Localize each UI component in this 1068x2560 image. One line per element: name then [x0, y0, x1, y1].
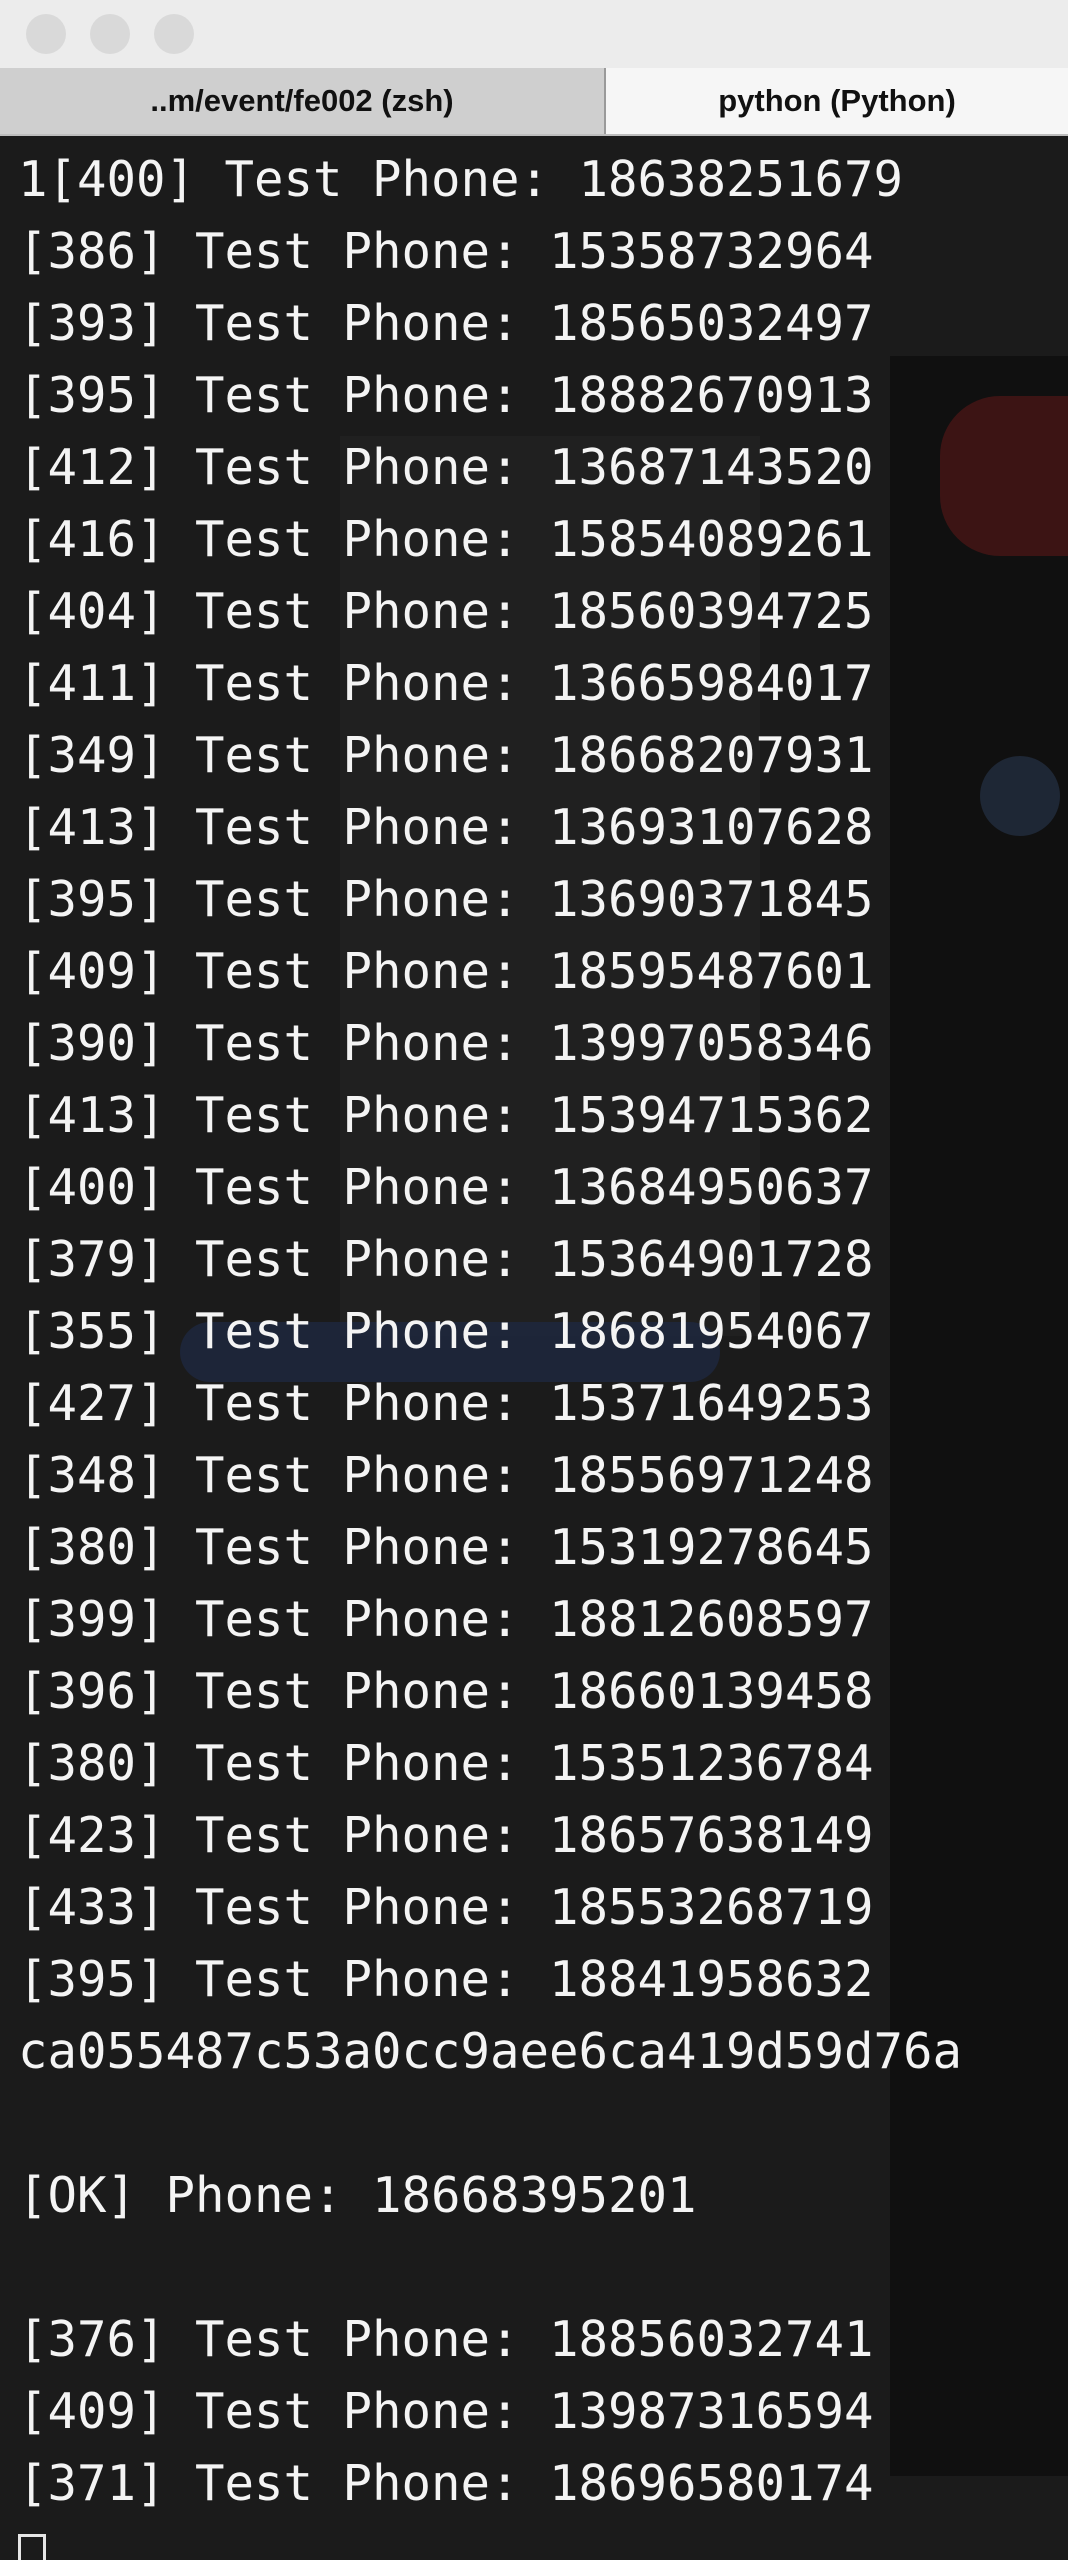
terminal-line: [380] Test Phone: 15351236784	[18, 1735, 874, 1792]
hash-line: ca055487c53a0cc9aee6ca419d59d76a	[18, 2023, 963, 2080]
terminal-line: [416] Test Phone: 15854089261	[18, 511, 874, 568]
terminal-line: 1[400] Test Phone: 18638251679	[18, 151, 904, 208]
terminal-line: [376] Test Phone: 18856032741	[18, 2311, 874, 2368]
terminal-line: [427] Test Phone: 15371649253	[18, 1375, 874, 1432]
terminal-line: [400] Test Phone: 13684950637	[18, 1159, 874, 1216]
terminal-line: [413] Test Phone: 13693107628	[18, 799, 874, 856]
terminal-line: [395] Test Phone: 13690371845	[18, 871, 874, 928]
text-cursor	[18, 2533, 46, 2560]
terminal-line: [379] Test Phone: 15364901728	[18, 1231, 874, 1288]
terminal-lines: 1[400] Test Phone: 18638251679 [386] Tes…	[18, 144, 962, 2560]
background-chat-icon	[980, 756, 1060, 836]
terminal-line: [349] Test Phone: 18668207931	[18, 727, 874, 784]
terminal-line: [409] Test Phone: 18595487601	[18, 943, 874, 1000]
terminal-line: [393] Test Phone: 18565032497	[18, 295, 874, 352]
terminal-line: [386] Test Phone: 15358732964	[18, 223, 874, 280]
minimize-window-button[interactable]	[90, 14, 130, 54]
terminal-line: [423] Test Phone: 18657638149	[18, 1807, 874, 1864]
terminal-line: [396] Test Phone: 18660139458	[18, 1663, 874, 1720]
terminal-line: [404] Test Phone: 18560394725	[18, 583, 874, 640]
tab-zsh[interactable]: ..m/event/fe002 (zsh)	[0, 68, 606, 134]
terminal-line: [399] Test Phone: 18812608597	[18, 1591, 874, 1648]
terminal-line: [355] Test Phone: 18681954067	[18, 1303, 874, 1360]
ok-result-line: [OK] Phone: 18668395201	[18, 2167, 697, 2224]
terminal-line: [371] Test Phone: 18696580174	[18, 2455, 874, 2512]
terminal-line: [413] Test Phone: 15394715362	[18, 1087, 874, 1144]
zoom-window-button[interactable]	[154, 14, 194, 54]
prompt-line[interactable]	[18, 2520, 962, 2560]
terminal-line: [390] Test Phone: 13997058346	[18, 1015, 874, 1072]
terminal-line: [433] Test Phone: 18553268719	[18, 1879, 874, 1936]
terminal-line: [395] Test Phone: 18882670913	[18, 367, 874, 424]
terminal-line: [395] Test Phone: 18841958632	[18, 1951, 874, 2008]
terminal-line: [380] Test Phone: 15319278645	[18, 1519, 874, 1576]
terminal-line: [411] Test Phone: 13665984017	[18, 655, 874, 712]
terminal-line: [348] Test Phone: 18556971248	[18, 1447, 874, 1504]
terminal-line: [409] Test Phone: 13987316594	[18, 2383, 874, 2440]
tab-bar: ..m/event/fe002 (zsh) python (Python)	[0, 68, 1068, 136]
tab-python[interactable]: python (Python)	[606, 68, 1068, 134]
terminal-output[interactable]: 1[400] Test Phone: 18638251679 [386] Tes…	[0, 136, 1068, 2560]
terminal-line: [412] Test Phone: 13687143520	[18, 439, 874, 496]
window-titlebar	[0, 0, 1068, 68]
close-window-button[interactable]	[26, 14, 66, 54]
